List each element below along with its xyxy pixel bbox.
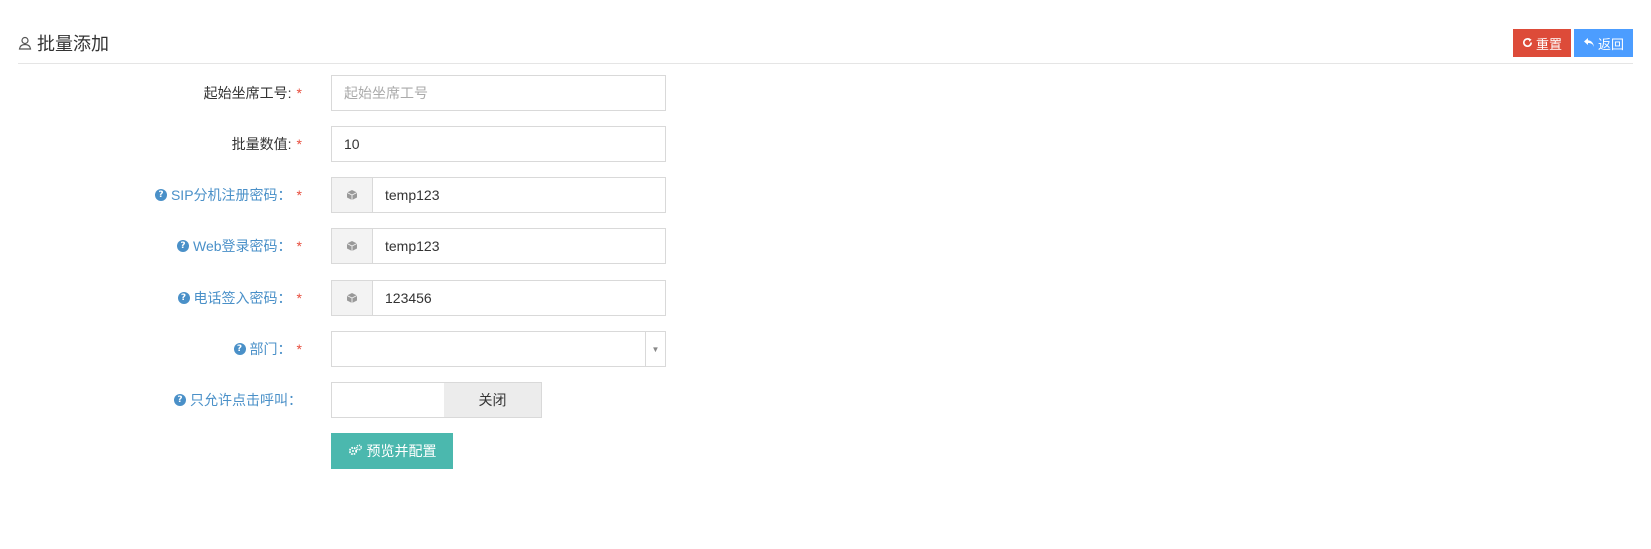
question-circle-icon[interactable]: ? [233, 343, 246, 355]
web-password-label: ? Web登录密码： * [0, 228, 302, 264]
sip-password-label: ? SIP分机注册密码： * [0, 177, 302, 213]
reply-icon [1583, 37, 1595, 50]
phone-password-label-text: 电话签入密码： [193, 290, 292, 306]
question-circle-icon[interactable]: ? [154, 189, 167, 201]
required-mark: * [296, 85, 302, 101]
toggle-on-side[interactable] [332, 383, 444, 417]
reset-button-label: 重置 [1535, 36, 1562, 52]
back-button[interactable]: 返回 [1573, 29, 1633, 57]
user-outline-icon [18, 36, 32, 50]
web-password-group [331, 228, 666, 264]
row-web-password: ? Web登录密码： * [0, 228, 720, 264]
page-title: 批量添加 [37, 34, 109, 54]
department-select[interactable]: ▼ [331, 331, 666, 367]
row-sip-password: ? SIP分机注册密码： * [0, 177, 720, 213]
start-id-label: 起始坐席工号: * [0, 75, 302, 111]
web-password-control [331, 228, 666, 264]
cube-icon[interactable] [331, 228, 372, 264]
question-circle-icon[interactable]: ? [174, 394, 186, 406]
start-id-input[interactable] [331, 75, 666, 111]
cube-icon[interactable] [331, 280, 372, 316]
page-header: 批量添加 重置 返回 [18, 26, 1633, 64]
department-label: ? 部门： * [0, 331, 302, 367]
header-actions: 重置 返回 [1512, 29, 1633, 57]
caret-down-icon[interactable]: ▼ [645, 332, 665, 366]
batch-count-label-text: 批量数值: [231, 136, 292, 152]
sip-password-label-text: SIP分机注册密码： [170, 187, 292, 203]
required-mark: * [296, 290, 302, 306]
required-mark: * [296, 136, 302, 152]
question-circle-icon[interactable]: ? [177, 292, 190, 304]
row-department: ? 部门： * ▼ [0, 331, 720, 367]
department-label-text: 部门： [249, 341, 292, 357]
required-mark: * [296, 187, 302, 203]
preview-configure-label: 预览并配置 [366, 443, 437, 459]
start-id-label-text: 起始坐席工号: [203, 85, 292, 101]
start-id-control [331, 75, 666, 111]
click-call-only-toggle[interactable]: 关闭 [331, 382, 542, 418]
row-batch-count: 批量数值: * [0, 126, 720, 162]
reset-button[interactable]: 重置 [1512, 29, 1571, 57]
refresh-icon [1522, 37, 1533, 50]
row-start-id: 起始坐席工号: * [0, 75, 720, 111]
batch-count-input[interactable] [331, 126, 666, 162]
click-call-only-label-text: 只允许点击呼叫： [190, 392, 302, 408]
cube-icon[interactable] [331, 177, 372, 213]
toggle-off-side[interactable]: 关闭 [444, 383, 541, 417]
sip-password-group [331, 177, 666, 213]
required-mark: * [296, 238, 302, 254]
web-password-label-text: Web登录密码： [193, 238, 292, 254]
phone-password-label: ? 电话签入密码： * [0, 280, 302, 316]
phone-password-input[interactable] [372, 280, 666, 316]
sip-password-control [331, 177, 666, 213]
click-call-only-label: ? 只允许点击呼叫： [0, 382, 302, 418]
department-control: ▼ [331, 331, 666, 367]
preview-configure-button[interactable]: 预览并配置 [331, 433, 453, 469]
batch-add-page: 批量添加 重置 返回 起始坐席工号: * 起始坐席工号 批量数值: * 10 ?… [0, 0, 1651, 549]
title-wrap: 批量添加 [18, 30, 109, 56]
batch-count-label: 批量数值: * [0, 126, 302, 162]
web-password-input[interactable] [372, 228, 666, 264]
phone-password-group [331, 280, 666, 316]
back-button-label: 返回 [1597, 36, 1624, 52]
required-mark: * [296, 341, 302, 357]
cogs-icon [348, 443, 363, 459]
row-phone-password: ? 电话签入密码： * [0, 280, 720, 316]
phone-password-control [331, 280, 666, 316]
question-circle-icon[interactable]: ? [177, 240, 189, 252]
sip-password-input[interactable] [372, 177, 666, 213]
batch-count-control [331, 126, 666, 162]
row-click-call-only: ? 只允许点击呼叫： 关闭 [0, 382, 720, 418]
click-call-only-control: 关闭 [331, 382, 542, 418]
